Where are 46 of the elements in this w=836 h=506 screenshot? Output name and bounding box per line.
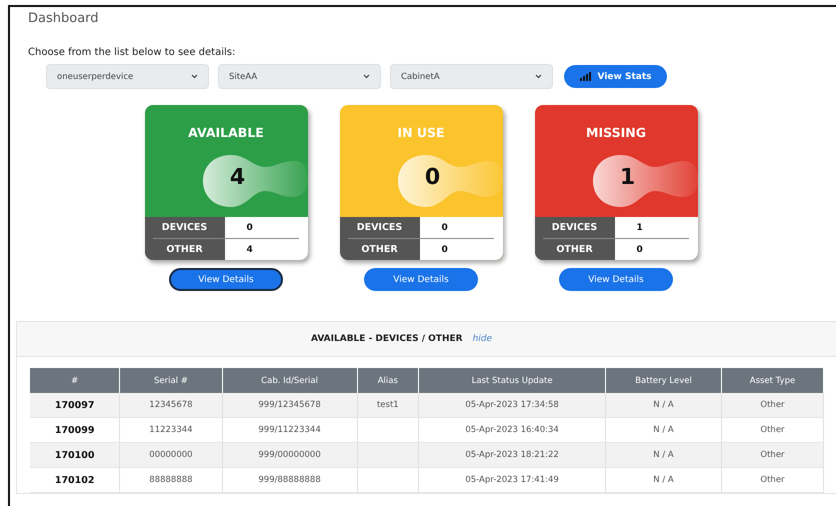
view-details-button[interactable]: View Details	[169, 268, 283, 291]
card-count: 4	[228, 165, 246, 190]
stat-label: DEVICES	[534, 217, 614, 238]
card-count: 1	[618, 165, 636, 190]
stat-value: 0	[420, 217, 502, 238]
card-title: AVAILABLE	[187, 124, 265, 142]
stat-value: 0	[420, 239, 502, 260]
select-dropdown[interactable]: CabinetA	[390, 64, 553, 89]
stat-label: OTHER	[340, 239, 420, 260]
table-cell: 170102	[30, 468, 120, 492]
select-dropdown[interactable]: oneuserperdevice	[46, 64, 209, 89]
page-title: Dashboard	[27, 10, 100, 28]
column-header: Serial #	[120, 368, 222, 393]
stat-value: 0	[224, 217, 308, 238]
stat-label: OTHER	[144, 239, 224, 260]
view-stats-button[interactable]: View Stats	[564, 65, 667, 88]
view-details-button[interactable]: View Details	[364, 268, 478, 291]
stat-value: 1	[614, 217, 698, 238]
card-count: 0	[424, 165, 442, 190]
filter-prompt: Choose from the list below to see details:	[27, 46, 236, 58]
column-header: Asset Type	[721, 368, 824, 393]
chevron-icon	[363, 74, 370, 79]
table-cell: N / A	[606, 468, 722, 492]
table-cell: 88888888	[120, 468, 222, 492]
chevron-icon	[191, 74, 198, 79]
table-cell: 05-Apr-2023 17:41:49	[418, 468, 606, 492]
table-cell: Other	[721, 468, 824, 492]
table-cell: 999/88888888	[222, 468, 358, 492]
column-header: #	[30, 368, 120, 393]
column-header: Last Status Update	[418, 368, 606, 393]
hide-link[interactable]: hide	[472, 334, 492, 344]
select-dropdown[interactable]: SiteAA	[218, 64, 381, 89]
card-title: IN USE	[396, 124, 446, 142]
stat-value: 4	[224, 239, 308, 260]
view-details-button[interactable]: View Details	[559, 268, 673, 291]
stat-label: DEVICES	[340, 217, 420, 238]
chevron-icon	[535, 74, 542, 79]
stat-label: OTHER	[534, 239, 614, 260]
stat-label: DEVICES	[144, 217, 224, 238]
card-title: MISSING	[585, 124, 647, 142]
bar-chart-icon	[580, 72, 591, 81]
stat-value: 0	[614, 239, 698, 260]
column-header: Alias	[357, 368, 419, 393]
column-header: Battery Level	[606, 368, 722, 393]
panel-title: AVAILABLE - DEVICES / OTHER	[310, 334, 463, 344]
column-header: Cab. Id/Serial	[222, 368, 358, 393]
